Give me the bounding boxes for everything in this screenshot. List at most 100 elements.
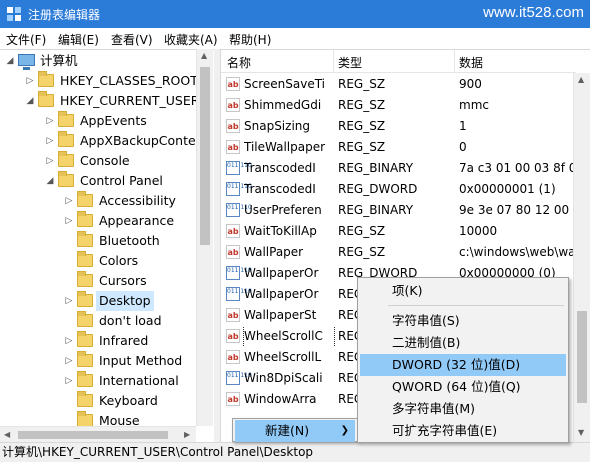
folder-open-icon: [58, 171, 74, 187]
tree-node-hkcu[interactable]: ◢ HKEY_CURRENT_USER: [24, 91, 199, 111]
submenu-item-expandable-string[interactable]: 可扩充字符串值(E): [360, 420, 566, 442]
string-value-icon: ab: [226, 224, 240, 238]
folder-icon: [58, 131, 74, 147]
tree-node-keyboard[interactable]: Keyboard: [63, 391, 194, 411]
tree-root-computer[interactable]: ◢ 计算机: [4, 51, 194, 71]
value-data: 10000: [459, 224, 498, 238]
tree-label: Cursors: [99, 273, 147, 288]
chevron-right-icon[interactable]: ▷: [24, 71, 36, 91]
tree-node-console[interactable]: ▷ Console: [44, 151, 194, 171]
tree-node-cursors[interactable]: Cursors: [63, 271, 194, 291]
submenu-item-qword[interactable]: QWORD (64 位)值(Q): [360, 376, 566, 398]
list-item[interactable]: ab TileWallpaper REG_SZ 0: [221, 137, 576, 158]
list-item[interactable]: 011 110 UserPreferen REG_BINARY 9e 3e 07 80…: [221, 200, 576, 221]
list-item[interactable]: 011 110 TranscodedI REG_BINARY 7a c3 01 00 …: [221, 158, 576, 179]
list-item[interactable]: ab WallPaper REG_SZ c:\windows\web\wa: [221, 242, 576, 263]
value-data: 1: [459, 119, 467, 133]
chevron-right-icon[interactable]: ▷: [63, 331, 75, 351]
menu-view[interactable]: 查看(V): [111, 31, 153, 48]
submenu-item-key[interactable]: 项(K): [360, 280, 566, 302]
list-item[interactable]: ab WaitToKillAp REG_SZ 10000: [221, 221, 576, 242]
value-name: TranscodedI: [244, 161, 316, 175]
menu-item-new[interactable]: 新建(N) ❯: [235, 420, 355, 442]
column-divider[interactable]: [454, 50, 455, 73]
tree-node-appevents[interactable]: ▷ AppEvents: [44, 111, 194, 131]
values-vertical-scrollbar[interactable]: ▲ ▼: [573, 73, 590, 442]
chevron-right-icon[interactable]: ▷: [63, 211, 75, 231]
tree-label: Infrared: [99, 333, 149, 348]
scroll-up-icon[interactable]: ▲: [578, 75, 584, 84]
menu-separator: [388, 305, 564, 306]
folder-icon: [77, 391, 93, 407]
chevron-right-icon[interactable]: ▷: [63, 191, 75, 211]
list-item[interactable]: ab ScreenSaveTi REG_SZ 900: [221, 74, 576, 95]
scrollbar-thumb[interactable]: [200, 67, 210, 245]
chevron-down-icon[interactable]: ◢: [44, 171, 56, 191]
list-item[interactable]: ab ShimmedGdi REG_SZ mmc: [221, 95, 576, 116]
submenu-item-string[interactable]: 字符串值(S): [360, 310, 566, 332]
scrollbar-thumb[interactable]: [577, 311, 587, 403]
chevron-right-icon[interactable]: ▷: [63, 371, 75, 391]
tree-node-hkcr[interactable]: ▷ HKEY_CLASSES_ROOT: [24, 71, 198, 91]
tree-node-infrared[interactable]: ▷ Infrared: [63, 331, 194, 351]
menu-help[interactable]: 帮助(H): [229, 31, 271, 48]
tree-node-bluetooth[interactable]: Bluetooth: [63, 231, 194, 251]
chevron-right-icon[interactable]: ▷: [63, 351, 75, 371]
scrollbar-thumb[interactable]: [18, 431, 168, 439]
column-type[interactable]: 类型: [338, 54, 362, 71]
string-value-icon: ab: [226, 119, 240, 133]
string-value-icon: ab: [226, 245, 240, 259]
folder-icon: [38, 71, 54, 87]
chevron-right-icon[interactable]: ▷: [44, 111, 56, 131]
value-type: REG_SZ: [338, 224, 386, 238]
chevron-down-icon[interactable]: ◢: [24, 91, 36, 111]
chevron-right-icon[interactable]: ▷: [44, 151, 56, 171]
tree-node-control-panel[interactable]: ◢ Control Panel: [44, 171, 194, 191]
tree-horizontal-scrollbar[interactable]: ◀ ▶: [0, 426, 196, 442]
status-bar: 计算机\HKEY_CURRENT_USER\Control Panel\Desk…: [0, 442, 590, 462]
string-value-icon: ab: [226, 77, 240, 91]
tree-node-input-method[interactable]: ▷ Input Method: [63, 351, 194, 371]
string-value-icon: ab: [226, 308, 240, 322]
tree-node-colors[interactable]: Colors: [63, 251, 194, 271]
menu-file[interactable]: 文件(F): [6, 31, 46, 48]
menu-favorites[interactable]: 收藏夹(A): [164, 31, 218, 48]
list-item[interactable]: ab SnapSizing REG_SZ 1: [221, 116, 576, 137]
chevron-down-icon[interactable]: ◢: [4, 51, 16, 71]
tree-node-international[interactable]: ▷ International: [63, 371, 194, 391]
value-data: c:\windows\web\wa: [459, 245, 574, 259]
tree-label: HKEY_CLASSES_ROOT: [60, 73, 198, 88]
value-name: WheelScrollL: [244, 350, 322, 364]
tree-node-appearance[interactable]: ▷ Appearance: [63, 211, 194, 231]
submenu-item-binary[interactable]: 二进制值(B): [360, 332, 566, 354]
tree-label: Desktop: [96, 291, 154, 311]
submenu-item-dword[interactable]: DWORD (32 位)值(D): [360, 354, 566, 376]
tree-vertical-scrollbar[interactable]: ▲: [196, 49, 213, 426]
folder-icon: [77, 251, 93, 267]
value-data: 0x00000001 (1): [459, 182, 556, 196]
scroll-right-icon[interactable]: ▶: [184, 430, 190, 439]
scroll-left-icon[interactable]: ◀: [4, 430, 10, 439]
value-name: TranscodedI: [244, 182, 316, 196]
folder-icon: [77, 371, 93, 387]
tree-node-appxbackup[interactable]: ▷ AppXBackupConter: [44, 131, 201, 151]
list-item[interactable]: 011 110 TranscodedI REG_DWORD 0x00000001 (1…: [221, 179, 576, 200]
column-data[interactable]: 数据: [459, 54, 483, 71]
folder-icon: [77, 311, 93, 327]
menu-edit[interactable]: 编辑(E): [58, 31, 99, 48]
folder-icon: [77, 231, 93, 247]
scroll-up-icon[interactable]: ▲: [201, 51, 207, 60]
chevron-right-icon: ❯: [340, 425, 349, 436]
submenu-item-multi-string[interactable]: 多字符串值(M): [360, 398, 566, 420]
chevron-right-icon[interactable]: ▷: [44, 131, 56, 151]
string-value-icon: ab: [226, 392, 240, 406]
scroll-down-icon[interactable]: ▼: [578, 428, 584, 437]
string-value-icon: ab: [226, 98, 240, 112]
tree-node-accessibility[interactable]: ▷ Accessibility: [63, 191, 194, 211]
column-divider[interactable]: [333, 50, 334, 73]
tree-node-dont-load[interactable]: don't load: [63, 311, 194, 331]
value-name: SnapSizing: [244, 119, 310, 133]
chevron-right-icon[interactable]: ▷: [63, 291, 75, 311]
column-name[interactable]: 名称: [227, 54, 251, 71]
tree-node-desktop[interactable]: ▷ Desktop: [63, 291, 194, 311]
